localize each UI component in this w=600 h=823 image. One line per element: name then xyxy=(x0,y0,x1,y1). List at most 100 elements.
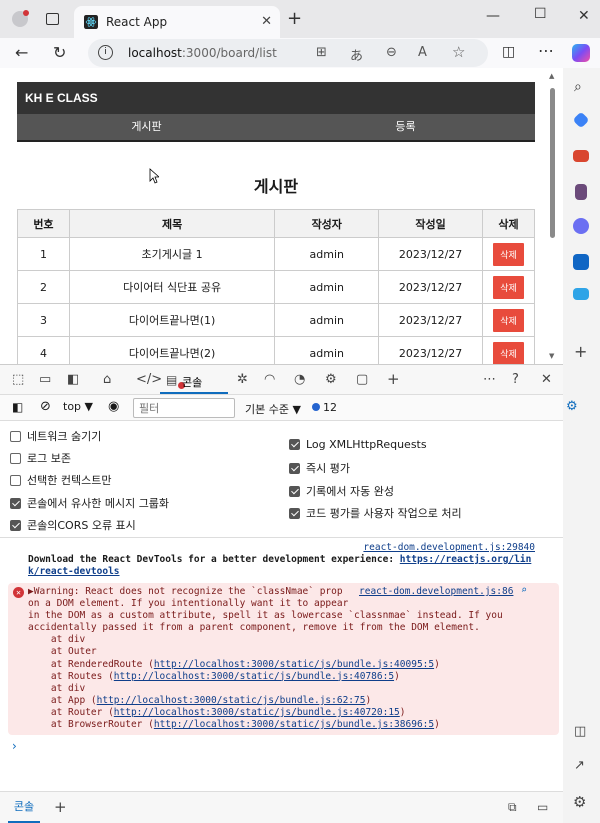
welcome-home-icon[interactable]: ⌂ xyxy=(103,372,111,387)
checkbox[interactable] xyxy=(10,519,21,531)
scroll-up-icon[interactable]: ▲ xyxy=(549,72,554,80)
tag-icon[interactable] xyxy=(572,111,590,129)
devtools-more-icon[interactable]: ⋯ xyxy=(483,372,496,387)
stack-trace-link[interactable]: http://localhost:3000/static/js/bundle.j… xyxy=(154,719,434,730)
refresh-icon[interactable]: ↻ xyxy=(53,43,66,62)
back-icon[interactable]: ← xyxy=(15,43,28,62)
source-link[interactable]: react-dom.development.js:86 xyxy=(359,586,513,597)
drawer-tab-console[interactable]: 콘솔 xyxy=(8,792,40,823)
live-expression-eye-icon[interactable]: ◉ xyxy=(108,399,119,414)
copilot-icon[interactable] xyxy=(572,44,590,62)
delete-button[interactable]: 삭제 xyxy=(493,275,524,299)
option-hide-network[interactable]: 네트워크 숨기기 xyxy=(10,428,101,444)
console-error-message[interactable]: ✕ ▶Warning: React does not recognize the… xyxy=(8,583,559,735)
option-user-gesture[interactable]: 코드 평가를 사용자 작업으로 처리 xyxy=(289,505,462,521)
checkbox[interactable] xyxy=(289,507,300,519)
drawer-add-tab-icon[interactable]: + xyxy=(54,798,67,816)
site-info-icon[interactable]: i xyxy=(98,45,113,60)
option-group-similar[interactable]: 콘솔에서 유사한 메시지 그룹화 xyxy=(10,495,169,511)
scrollbar-thumb[interactable] xyxy=(550,88,555,238)
scroll-down-icon[interactable]: ▼ xyxy=(549,352,554,360)
tab-actions-icon[interactable] xyxy=(46,13,59,25)
profile-avatar-icon[interactable] xyxy=(12,10,29,27)
option-autocomplete-history[interactable]: 기록에서 자동 완성 xyxy=(289,483,394,499)
sources-bug-icon[interactable]: ✲ xyxy=(237,372,248,387)
window-close-icon[interactable]: ✕ xyxy=(578,8,590,24)
url-text[interactable]: localhost:3000/board/list xyxy=(128,46,277,60)
log-level-select[interactable]: 기본 수준 ▼ xyxy=(245,401,301,417)
tab-close-icon[interactable]: ✕ xyxy=(261,14,272,29)
zoom-icon[interactable]: ⊖ xyxy=(386,45,397,60)
shopping-icon[interactable] xyxy=(573,288,589,300)
app-available-icon[interactable]: ⊞ xyxy=(316,45,327,60)
checkbox[interactable] xyxy=(10,474,21,486)
page-scrollbar[interactable]: ▲ ▼ xyxy=(549,72,556,360)
source-link[interactable]: react-dom.development.js:29840 xyxy=(363,542,535,553)
application-icon[interactable]: ▢ xyxy=(356,372,368,387)
sidebar-layout-icon[interactable]: ◫ xyxy=(574,724,586,739)
filter-input[interactable] xyxy=(133,398,235,418)
devtools-download-link[interactable]: https://reactjs.org/lin xyxy=(400,554,532,565)
favorite-star-icon[interactable]: ☆ xyxy=(452,43,465,61)
stack-trace-link[interactable]: http://localhost:3000/static/js/bundle.j… xyxy=(114,707,400,718)
option-log-xhr[interactable]: Log XMLHttpRequests xyxy=(289,438,427,451)
device-emulation-icon[interactable]: ▭ xyxy=(39,372,51,387)
sidebar-settings-icon[interactable]: ⚙ xyxy=(573,793,586,811)
translate-icon[interactable]: あ xyxy=(350,45,363,64)
delete-button[interactable]: 삭제 xyxy=(493,308,524,332)
elements-code-icon[interactable]: </> xyxy=(136,372,162,387)
delete-button[interactable]: 삭제 xyxy=(493,242,524,266)
memory-chip-icon[interactable]: ⚙ xyxy=(325,372,337,387)
option-preserve-log[interactable]: 로그 보존 xyxy=(10,450,71,466)
cell-title[interactable]: 다이어트끝나면(2) xyxy=(68,336,276,364)
stack-trace-link[interactable]: http://localhost:3000/static/js/bundle.j… xyxy=(97,695,366,706)
nav-link-board[interactable]: 게시판 xyxy=(17,114,276,140)
delete-button[interactable]: 삭제 xyxy=(493,341,524,364)
inspect-element-icon[interactable]: ⬚ xyxy=(12,372,24,387)
cell-title[interactable]: 초기게시글 1 xyxy=(68,237,276,271)
checkbox[interactable] xyxy=(10,452,21,464)
option-cors-errors[interactable]: 콘솔의CORS 오류 표시 xyxy=(10,517,136,533)
drawer-collapse-icon[interactable]: ▭ xyxy=(537,800,548,814)
checkbox[interactable] xyxy=(289,439,300,450)
more-tools-plus-icon[interactable]: + xyxy=(387,370,400,388)
network-wifi-icon[interactable]: ◠ xyxy=(264,372,275,387)
search-icon[interactable]: ⌕ xyxy=(521,585,527,596)
checkbox[interactable] xyxy=(289,485,300,497)
performance-gauge-icon[interactable]: ◔ xyxy=(294,372,305,387)
stack-trace-link[interactable]: http://localhost:3000/static/js/bundle.j… xyxy=(114,671,394,682)
add-sidebar-app-icon[interactable]: + xyxy=(574,342,587,361)
issues-counter[interactable]: 12 xyxy=(312,401,337,414)
checkbox[interactable] xyxy=(289,462,300,474)
outlook-icon[interactable] xyxy=(573,254,589,270)
chess-icon[interactable] xyxy=(575,184,587,200)
checkbox[interactable] xyxy=(10,430,21,442)
address-bar[interactable]: i localhost:3000/board/list ⊞ あ ⊖ A ☆ xyxy=(88,39,488,67)
dock-side-icon[interactable]: ◧ xyxy=(67,372,79,387)
clear-console-icon[interactable]: ⊘ xyxy=(40,399,51,414)
help-icon[interactable]: ? xyxy=(512,372,519,387)
stack-trace-link[interactable]: http://localhost:3000/static/js/bundle.j… xyxy=(154,659,434,670)
copilot-app-icon[interactable] xyxy=(573,218,589,234)
option-eager-eval[interactable]: 즉시 평가 xyxy=(289,460,350,476)
drawer-dock-icon[interactable]: ⧉ xyxy=(508,800,517,815)
checkbox[interactable] xyxy=(10,497,21,509)
devtools-download-link-cont[interactable]: k/react-devtools xyxy=(28,566,120,577)
more-menu-icon[interactable]: ⋯ xyxy=(538,41,554,60)
cell-title[interactable]: 다이어트끝나면(1) xyxy=(68,303,276,337)
split-screen-icon[interactable]: ◫ xyxy=(502,44,515,60)
option-selected-context[interactable]: 선택한 컨텍스트만 xyxy=(10,472,111,488)
nav-link-register[interactable]: 등록 xyxy=(276,114,535,140)
browser-tab[interactable]: React App ✕ xyxy=(74,6,280,38)
sidebar-toggle-icon[interactable]: ◧ xyxy=(12,400,23,414)
console-prompt[interactable]: › xyxy=(12,739,17,753)
cell-title[interactable]: 다이어터 식단표 공유 xyxy=(68,270,276,304)
new-tab-button[interactable]: + xyxy=(287,8,302,29)
maximize-icon[interactable]: ☐ xyxy=(534,6,547,22)
toolbox-icon[interactable] xyxy=(573,150,589,162)
context-select[interactable]: top ▼ xyxy=(63,400,93,413)
open-external-icon[interactable]: ↗ xyxy=(574,758,585,773)
tab-console[interactable]: ▤ 콘솔 xyxy=(160,368,228,394)
search-icon[interactable]: ⌕ xyxy=(574,79,582,95)
minimize-icon[interactable]: — xyxy=(486,8,500,24)
